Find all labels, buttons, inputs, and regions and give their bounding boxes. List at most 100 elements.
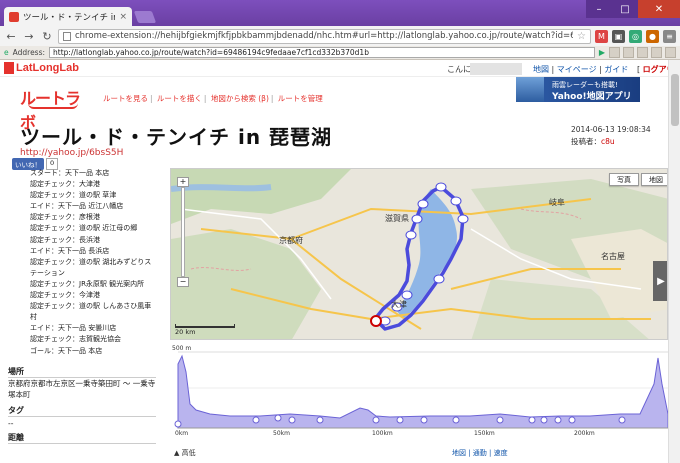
routelab-logo[interactable]: ルートラボ	[20, 85, 90, 132]
tool-icon-5[interactable]	[665, 47, 676, 58]
map-label-nagoya: 名古屋	[601, 252, 625, 261]
elevation-footer: ▲ 高低 地図 | 通勤 | 速度	[170, 444, 668, 463]
map-next-arrow[interactable]: ▶	[653, 261, 667, 301]
map-view-button[interactable]: 地図	[641, 173, 667, 186]
list-item: 認定チェック：道の駅 近江母の郷	[30, 224, 138, 233]
author-link[interactable]: c8u	[601, 137, 615, 146]
go-icon[interactable]: ▶	[599, 48, 605, 57]
address-label: Address:	[12, 48, 46, 57]
tab-close-icon[interactable]: ×	[119, 12, 127, 22]
tab-title: ツール・ド・テンイチ in 琵琶湖	[23, 12, 115, 23]
list-item: 認定チェック：志賀観光協会	[30, 335, 121, 344]
link-mypage[interactable]: マイページ	[557, 65, 597, 74]
distance-heading: 距離	[8, 433, 24, 442]
route-date: 2014-06-13 19:08:34	[571, 125, 651, 134]
logo-swoosh	[28, 103, 78, 109]
map-canvas	[171, 169, 667, 339]
list-item: エイド：天下一品 安曇川店	[30, 324, 117, 333]
map-label-otsu: 大津	[391, 300, 407, 309]
list-item: 認定チェック：道の駅 しんあさひ風車	[30, 302, 152, 311]
list-item: スタート：天下一品 本店	[30, 169, 110, 177]
link-guide[interactable]: ガイド	[604, 65, 628, 74]
forward-arrow-icon[interactable]: →	[22, 29, 36, 43]
list-item: 認定チェック：大津港	[30, 180, 100, 189]
tool-icon-4[interactable]	[651, 47, 662, 58]
tool-icon-3[interactable]	[637, 47, 648, 58]
x-tick: 50km	[273, 430, 290, 437]
nav-manage-routes[interactable]: ルートを管理	[278, 94, 323, 103]
nav-map-search[interactable]: 地図から検索 (β)	[211, 94, 269, 103]
tool-icon-2[interactable]	[623, 47, 634, 58]
list-item: 認定チェック：今津港	[30, 291, 100, 300]
latlonglab-mark-icon	[4, 62, 14, 74]
back-arrow-icon[interactable]: ←	[4, 29, 18, 43]
zoom-in-button[interactable]: +	[177, 177, 189, 187]
menu-icon[interactable]: ≡	[663, 29, 676, 43]
map-label-kyoto: 京都府	[279, 236, 303, 245]
x-tick: 100km	[372, 430, 393, 437]
omnibox[interactable]: chrome-extension://hehijbfgiekmjfkfjpbkb…	[58, 28, 591, 44]
extension-icon-3[interactable]: ●	[646, 29, 659, 43]
route-title: ツール・ド・テンイチ in 琵琶湖	[20, 125, 333, 149]
yahoo-map-app-ad[interactable]: 雨雲レーダーも搭載! Yahoo!地図アプリ	[516, 77, 640, 102]
place-value: 京都府京都市左京区一乗寺築田町 ～ 一乗寺塚本町	[8, 379, 156, 399]
browser-toolbar: ← → ↻ chrome-extension://hehijbfgiekmjfk…	[0, 26, 680, 46]
checkpoint-list: スタート：天下一品 本店 認定チェック：大津港 認定チェック：道の駅 草津 エイ…	[30, 168, 158, 357]
page-content: LatLongLab こんに 地図 | マイページ | ガイド [ ログアウト …	[0, 60, 668, 463]
list-item: ゴール：天下一品 本店	[30, 346, 103, 355]
route-map[interactable]: + − 写真 地図 滋賀県 京都府 岐阜 名古屋 大津 20 km ▶	[170, 168, 668, 340]
photo-view-button[interactable]: 写真	[609, 173, 639, 186]
link-map[interactable]: 地図	[533, 65, 549, 74]
extension-icon[interactable]: ▣	[612, 29, 625, 43]
tag-value: --	[8, 419, 14, 428]
reload-icon[interactable]: ↻	[40, 29, 54, 43]
latlonglab-bar: LatLongLab こんに 地図 | マイページ | ガイド [ ログアウト …	[0, 60, 668, 77]
x-tick: 200km	[574, 430, 595, 437]
route-subnav: ルートを見る | ルートを描く | 地図から検索 (β) | ルートを管理	[103, 94, 323, 103]
gmail-extension-icon[interactable]: M	[595, 29, 608, 43]
window-controls: – □ ✕	[586, 0, 680, 18]
maximize-button[interactable]: □	[612, 0, 638, 18]
map-label-gifu: 岐阜	[549, 198, 565, 207]
nav-draw-route[interactable]: ルートを描く	[157, 94, 202, 103]
elevation-chart	[170, 344, 668, 440]
zoom-out-button[interactable]: −	[177, 277, 189, 287]
minimize-button[interactable]: –	[586, 0, 612, 18]
tool-icon-1[interactable]	[609, 47, 620, 58]
omnibox-url: chrome-extension://hehijbfgiekmjfkfjpbkb…	[75, 31, 574, 41]
elevation-ymax: 500 m	[172, 345, 192, 352]
logout-link[interactable]: ログアウト	[643, 65, 668, 74]
address-tools	[609, 47, 676, 58]
profile-toggle[interactable]: ▲ 高低	[174, 448, 196, 458]
browser-tab[interactable]: ツール・ド・テンイチ in 琵琶湖 ×	[4, 7, 132, 26]
zoom-control[interactable]: + −	[177, 177, 189, 287]
short-url-link[interactable]: http://yahoo.jp/6bsS5H	[20, 148, 123, 158]
close-window-button[interactable]: ✕	[638, 0, 680, 18]
divider	[8, 443, 156, 444]
list-item: 認定チェック：道の駅 湖北みずどりス	[30, 257, 152, 266]
new-tab-button[interactable]	[133, 11, 157, 23]
profile-modes[interactable]: 地図 | 通勤 | 速度	[452, 448, 508, 458]
latlonglab-logo[interactable]: LatLongLab	[4, 62, 79, 74]
x-tick: 150km	[474, 430, 495, 437]
address-input[interactable]: http://latlonglab.yahoo.co.jp/route/watc…	[49, 47, 595, 58]
map-label-shiga: 滋賀県	[385, 214, 409, 223]
scrollbar-thumb[interactable]	[671, 74, 679, 126]
ad-image	[516, 77, 544, 102]
tag-heading: タグ	[8, 406, 24, 415]
nav-view-routes[interactable]: ルートを見る	[103, 94, 148, 103]
page-scrollbar[interactable]	[668, 60, 680, 463]
ie-tab-address-bar: e Address: http://latlonglab.yahoo.co.jp…	[0, 46, 680, 60]
tab-favicon-icon	[9, 11, 19, 22]
elevation-profile[interactable]: 500 m 0km 50km 100km 150km 200km	[170, 344, 668, 440]
ie-icon: e	[4, 48, 9, 57]
page-icon	[63, 31, 71, 41]
zoom-slider[interactable]	[181, 187, 185, 277]
user-name-redacted	[470, 63, 522, 75]
x-tick: 0km	[175, 430, 189, 437]
star-icon[interactable]: ☆	[577, 31, 586, 42]
title-bar: ツール・ド・テンイチ in 琵琶湖 × – □ ✕	[0, 0, 680, 26]
list-item: 認定チェック：彦根港	[30, 213, 100, 222]
extension-icon-2[interactable]: ◎	[629, 29, 642, 43]
divider	[8, 416, 156, 417]
